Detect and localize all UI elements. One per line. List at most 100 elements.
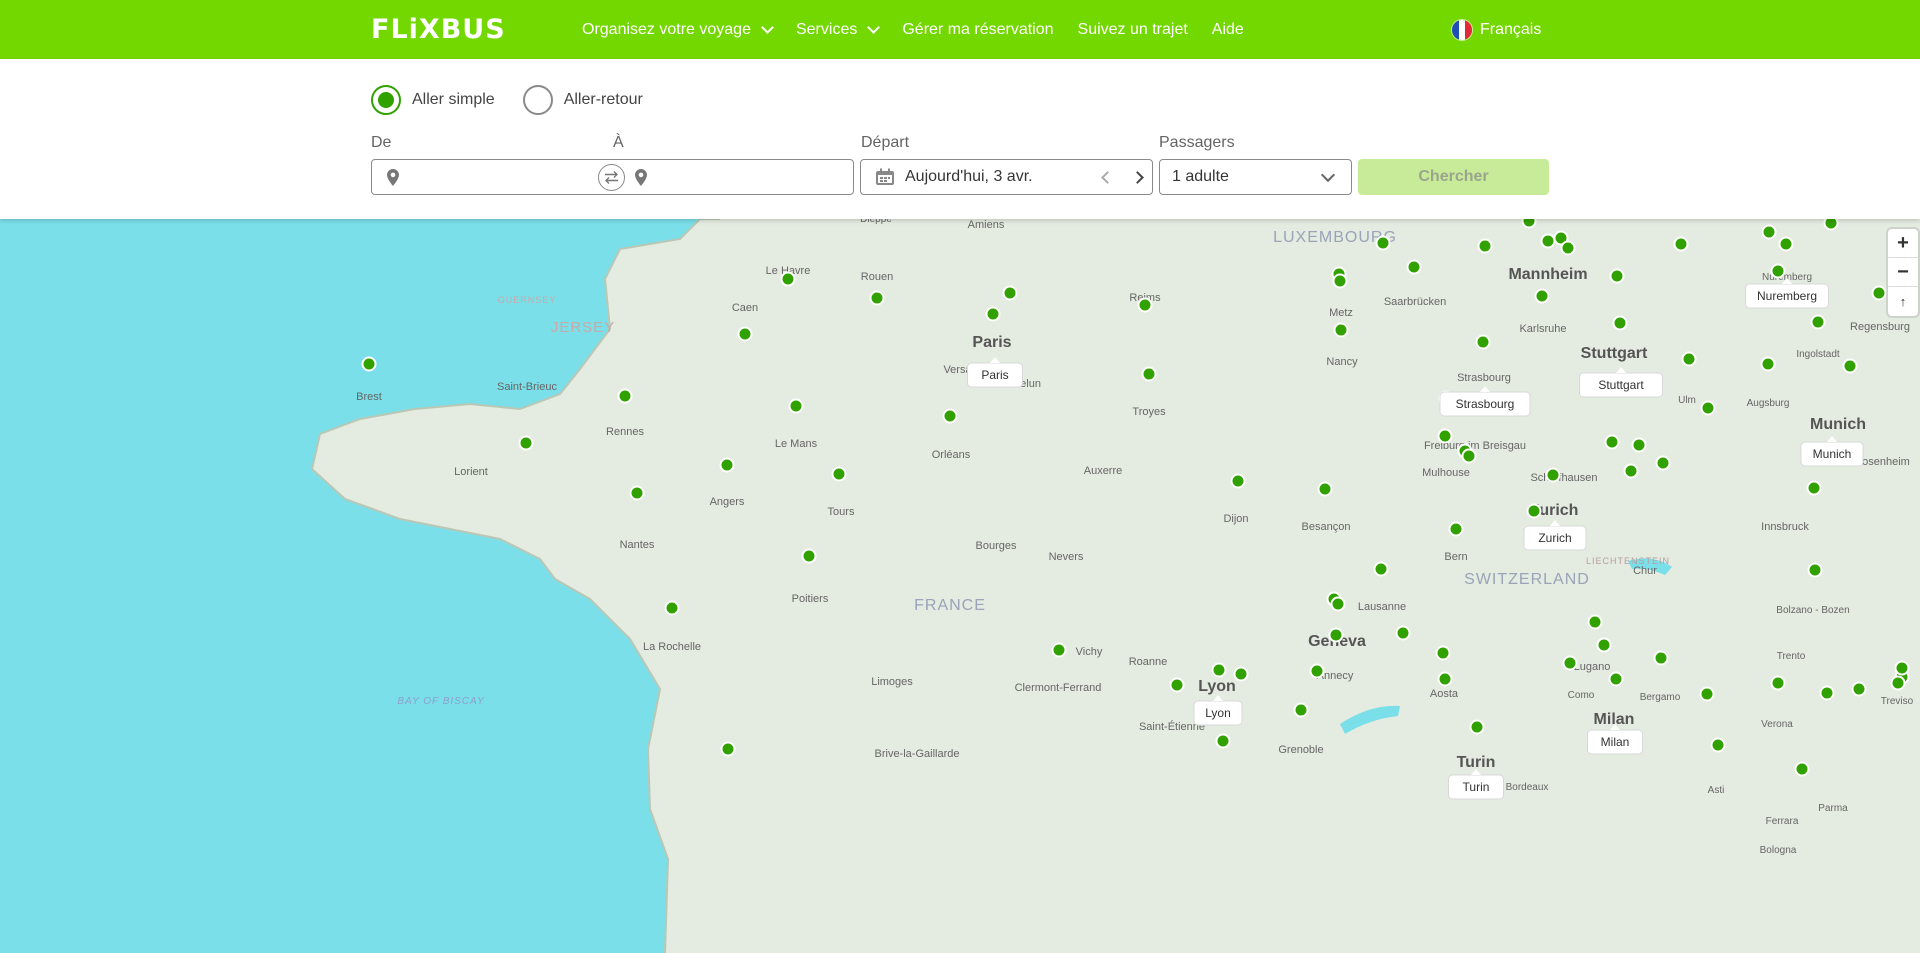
passengers-select[interactable]: 1 adulte (1159, 159, 1352, 195)
bus-stop-marker[interactable] (1851, 681, 1867, 697)
bus-stop-marker[interactable] (1560, 240, 1576, 256)
bus-stop-marker[interactable] (1609, 268, 1625, 284)
route-map[interactable]: LUXEMBOURG SWITZERLAND FRANCE JERSEY GUERNSE… (0, 219, 1920, 953)
zoom-in-button[interactable]: + (1888, 229, 1918, 258)
swap-button[interactable] (598, 164, 625, 191)
bus-stop-marker[interactable] (1137, 297, 1153, 313)
bus-stop-marker[interactable] (1521, 219, 1537, 229)
bus-stop-marker[interactable] (1770, 675, 1786, 691)
bus-stop-marker[interactable] (788, 398, 804, 414)
map-canvas[interactable]: LUXEMBOURGSWITZERLANDFRANCEJERSEYGUERNSE… (0, 219, 1920, 953)
bus-stop-marker[interactable] (720, 741, 736, 757)
bus-stop-marker[interactable] (1375, 235, 1391, 251)
compass-button[interactable]: ↑ (1888, 287, 1918, 316)
bus-stop-marker[interactable] (1587, 614, 1603, 630)
bus-stop-marker[interactable] (1475, 334, 1491, 350)
zoom-out-button[interactable]: − (1888, 258, 1918, 287)
nav-services[interactable]: Services (796, 21, 881, 39)
nav-plan-trip[interactable]: Organisez votre voyage (582, 21, 774, 39)
previous-day-button[interactable] (1092, 160, 1122, 194)
bus-stop-marker[interactable] (1406, 259, 1422, 275)
bus-stop-marker[interactable] (1233, 666, 1249, 682)
nav-track-bus[interactable]: Suivez un trajet (1078, 21, 1188, 39)
bus-stop-marker[interactable] (1395, 625, 1411, 641)
bus-stop-marker[interactable] (1230, 473, 1246, 489)
bus-stop-marker[interactable] (1631, 437, 1647, 453)
bus-stop-marker[interactable] (1612, 315, 1628, 331)
bus-stop-marker[interactable] (1002, 285, 1018, 301)
bus-stop-marker[interactable] (1673, 236, 1689, 252)
bus-stop-marker[interactable] (361, 356, 377, 372)
bus-stop-marker[interactable] (1819, 685, 1835, 701)
bus-stop-marker[interactable] (518, 435, 534, 451)
bus-stop-marker[interactable] (1333, 322, 1349, 338)
from-input[interactable] (410, 162, 590, 192)
bus-stop-marker[interactable] (1608, 671, 1624, 687)
bus-stop-marker[interactable] (1293, 702, 1309, 718)
bus-stop-marker[interactable] (1437, 671, 1453, 687)
bus-stop-marker[interactable] (869, 290, 885, 306)
bus-stop-marker[interactable] (1890, 675, 1906, 691)
flixbus-logo[interactable]: FLiXBUS (371, 16, 506, 44)
bus-stop-marker[interactable] (831, 466, 847, 482)
bus-stop-marker[interactable] (1332, 273, 1348, 289)
bus-stop-marker[interactable] (1461, 448, 1477, 464)
bus-stop-marker[interactable] (1562, 655, 1578, 671)
bus-stop-marker[interactable] (1317, 481, 1333, 497)
nav-help[interactable]: Aide (1212, 21, 1244, 39)
to-input[interactable] (654, 162, 844, 192)
search-button[interactable]: Chercher (1358, 159, 1549, 195)
bus-stop-marker[interactable] (1169, 677, 1185, 693)
bus-stop-marker[interactable] (1545, 467, 1561, 483)
bus-stop-marker[interactable] (1534, 288, 1550, 304)
bus-stop-marker[interactable] (1894, 660, 1910, 676)
bus-stop-marker[interactable] (1604, 434, 1620, 450)
bus-stop-marker[interactable] (1141, 366, 1157, 382)
bus-stop-marker[interactable] (942, 408, 958, 424)
bus-stop-marker[interactable] (1623, 463, 1639, 479)
bus-stop-marker[interactable] (1215, 733, 1231, 749)
nav-manage-booking[interactable]: Gérer ma réservation (902, 21, 1053, 39)
bus-stop-marker[interactable] (1328, 627, 1344, 643)
bus-stop-marker[interactable] (1806, 480, 1822, 496)
bus-stop-marker[interactable] (1770, 263, 1786, 279)
bus-stop-marker[interactable] (664, 600, 680, 616)
bus-stop-marker[interactable] (1760, 356, 1776, 372)
bus-stop-marker[interactable] (719, 457, 735, 473)
bus-stop-marker[interactable] (1794, 761, 1810, 777)
round-trip-radio[interactable]: Aller-retour (522, 85, 643, 115)
bus-stop-marker[interactable] (1437, 428, 1453, 444)
bus-stop-marker[interactable] (1653, 650, 1669, 666)
bus-stop-marker[interactable] (1330, 596, 1346, 612)
one-way-radio[interactable]: Aller simple (371, 85, 495, 115)
bus-stop-marker[interactable] (1681, 351, 1697, 367)
bus-stop-marker[interactable] (1211, 662, 1227, 678)
bus-stop-marker[interactable] (1699, 686, 1715, 702)
bus-stop-marker[interactable] (1051, 642, 1067, 658)
bus-stop-marker[interactable] (1373, 561, 1389, 577)
bus-stop-marker[interactable] (1823, 219, 1839, 231)
bus-stop-marker[interactable] (1807, 562, 1823, 578)
bus-stop-marker[interactable] (1540, 233, 1556, 249)
bus-stop-marker[interactable] (1596, 637, 1612, 653)
bus-stop-marker[interactable] (1309, 663, 1325, 679)
bus-stop-marker[interactable] (1871, 285, 1887, 301)
bus-stop-marker[interactable] (801, 548, 817, 564)
bus-stop-marker[interactable] (629, 485, 645, 501)
bus-stop-marker[interactable] (617, 388, 633, 404)
departure-date-field[interactable]: Aujourd'hui, 3 avr. (860, 159, 1153, 195)
bus-stop-marker[interactable] (1761, 224, 1777, 240)
bus-stop-marker[interactable] (737, 326, 753, 342)
bus-stop-marker[interactable] (1435, 645, 1451, 661)
bus-stop-marker[interactable] (1710, 737, 1726, 753)
bus-stop-marker[interactable] (1477, 238, 1493, 254)
bus-stop-marker[interactable] (1469, 719, 1485, 735)
bus-stop-marker[interactable] (1700, 400, 1716, 416)
bus-stop-marker[interactable] (1842, 358, 1858, 374)
bus-stop-marker[interactable] (780, 271, 796, 287)
bus-stop-marker[interactable] (1448, 521, 1464, 537)
bus-stop-marker[interactable] (1810, 314, 1826, 330)
bus-stop-marker[interactable] (985, 306, 1001, 322)
next-day-button[interactable] (1122, 160, 1152, 194)
bus-stop-marker[interactable] (1526, 503, 1542, 519)
